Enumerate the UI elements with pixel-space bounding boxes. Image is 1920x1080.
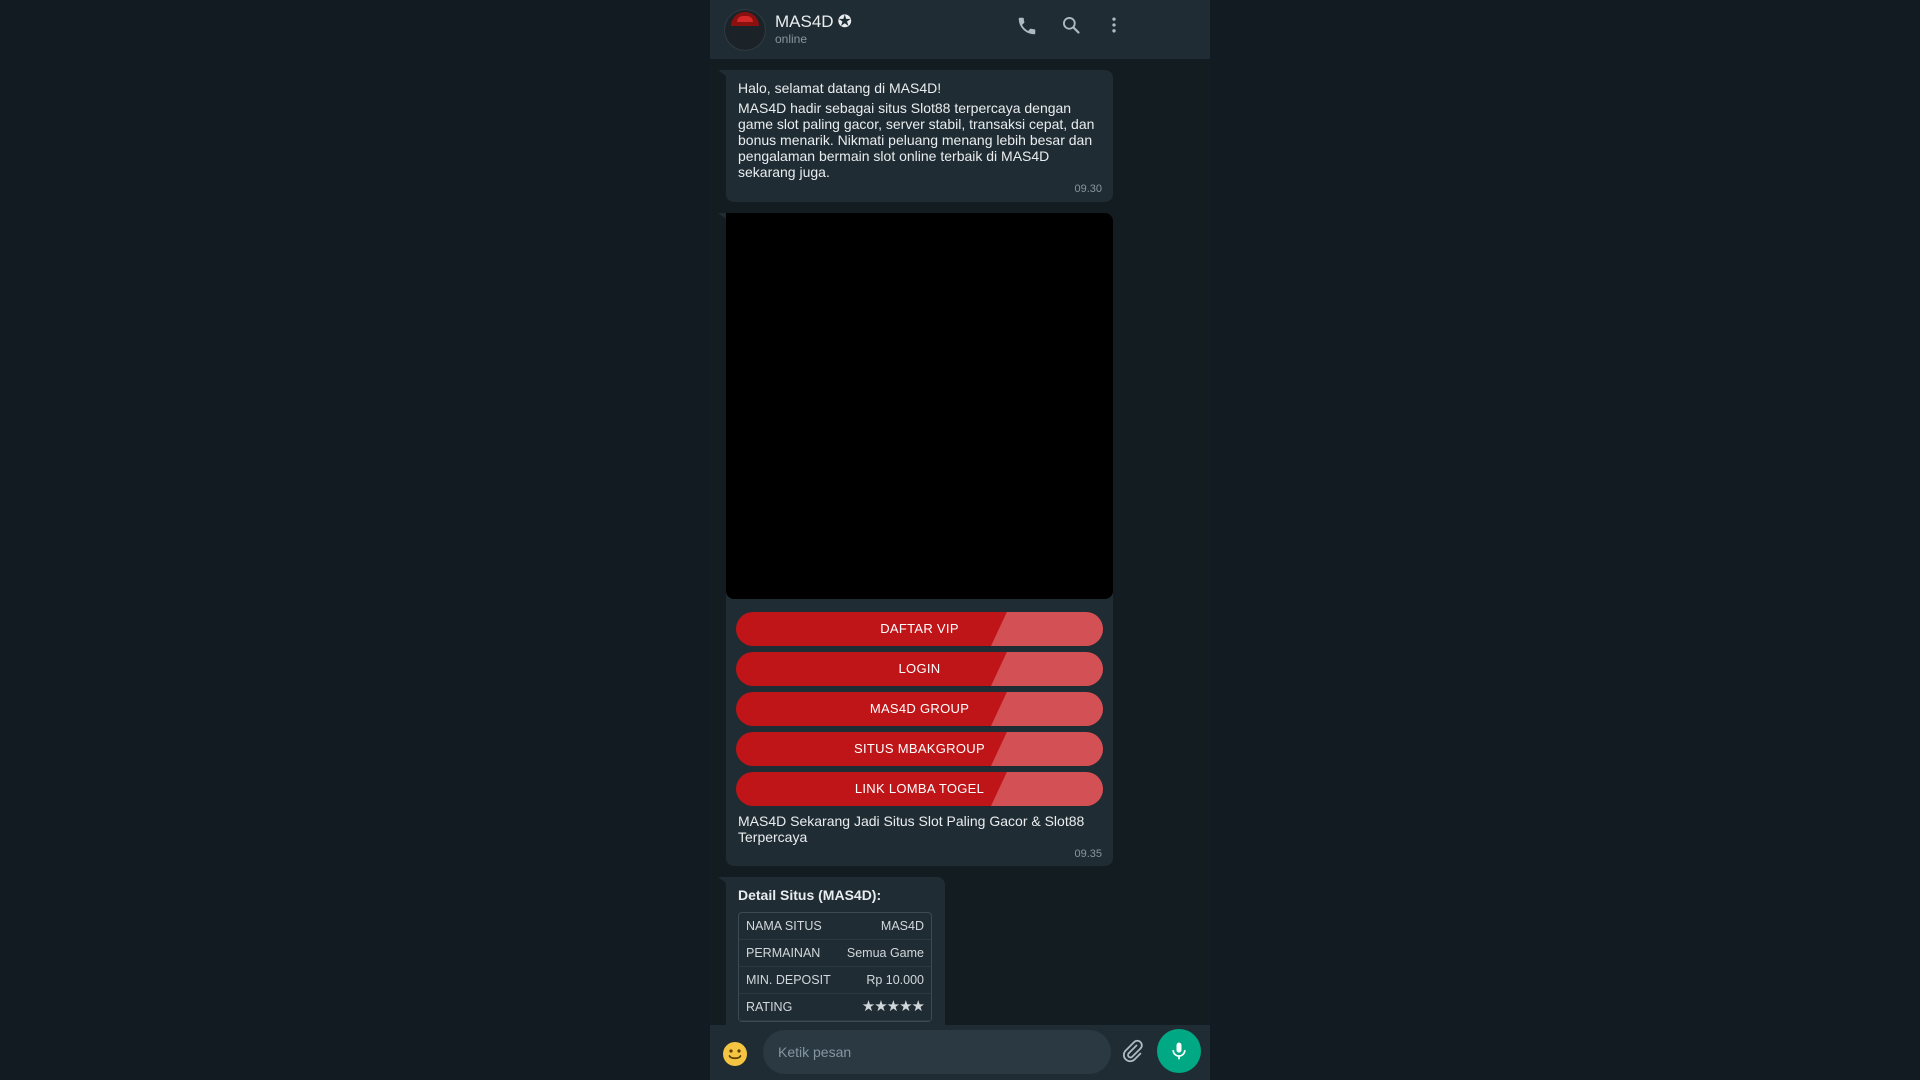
- mas4d-group-button[interactable]: MAS4D GROUP: [736, 692, 1103, 726]
- composer-bar: [710, 1025, 1210, 1080]
- situs-mbakgroup-button[interactable]: SITUS MBAKGROUP: [736, 732, 1103, 766]
- rating-stars: ★★★★★: [861, 998, 925, 1015]
- emoji-icon[interactable]: [722, 1041, 748, 1074]
- message-time: 09.35: [1074, 848, 1102, 860]
- verified-icon: ✪: [837, 12, 852, 31]
- attach-icon[interactable]: [1120, 1039, 1144, 1069]
- message-list[interactable]: Halo, selamat datang di MAS4D! MAS4D had…: [710, 59, 1210, 1025]
- video-player[interactable]: [726, 213, 1113, 599]
- chat-window: MAS4D ✪ online Halo, selamat datang di MA…: [710, 0, 1210, 1080]
- table-row: RATING ★★★★★: [739, 994, 931, 1021]
- message-welcome: Halo, selamat datang di MAS4D! MAS4D had…: [718, 70, 1113, 202]
- phone-icon[interactable]: [1013, 15, 1041, 43]
- daftar-vip-button[interactable]: DAFTAR VIP: [736, 612, 1103, 646]
- message-body: MAS4D hadir sebagai situs Slot88 terperc…: [738, 100, 1095, 180]
- login-button[interactable]: LOGIN: [736, 652, 1103, 686]
- media-caption: MAS4D Sekarang Jadi Situs Slot Paling Ga…: [738, 813, 1085, 845]
- table-row: MIN. DEPOSIT Rp 10.000: [739, 967, 931, 994]
- search-icon[interactable]: [1057, 15, 1085, 43]
- detail-table: NAMA SITUS MAS4D PERMAINAN Semua Game MI…: [738, 912, 932, 1022]
- message-greeting: Halo, selamat datang di MAS4D!: [738, 80, 942, 96]
- contact-status: online: [775, 32, 808, 46]
- avatar[interactable]: [725, 10, 765, 50]
- microphone-icon[interactable]: [1157, 1029, 1201, 1073]
- table-row: NAMA SITUS MAS4D: [739, 913, 931, 940]
- link-lomba-togel-button[interactable]: LINK LOMBA TOGEL: [736, 772, 1103, 806]
- more-options-icon[interactable]: [1100, 15, 1128, 43]
- detail-title: Detail Situs (MAS4D):: [738, 887, 882, 903]
- table-row: PERMAINAN Semua Game: [739, 940, 931, 967]
- message-media: DAFTAR VIP LOGIN MAS4D GROUP SITUS MBAKG…: [718, 213, 1113, 866]
- message-time: 09.30: [1074, 183, 1102, 195]
- message-detail: Detail Situs (MAS4D): NAMA SITUS MAS4D P…: [718, 877, 945, 1025]
- contact-name[interactable]: MAS4D ✪: [775, 12, 852, 32]
- chat-header: MAS4D ✪ online: [710, 0, 1210, 59]
- message-input[interactable]: [763, 1030, 1111, 1074]
